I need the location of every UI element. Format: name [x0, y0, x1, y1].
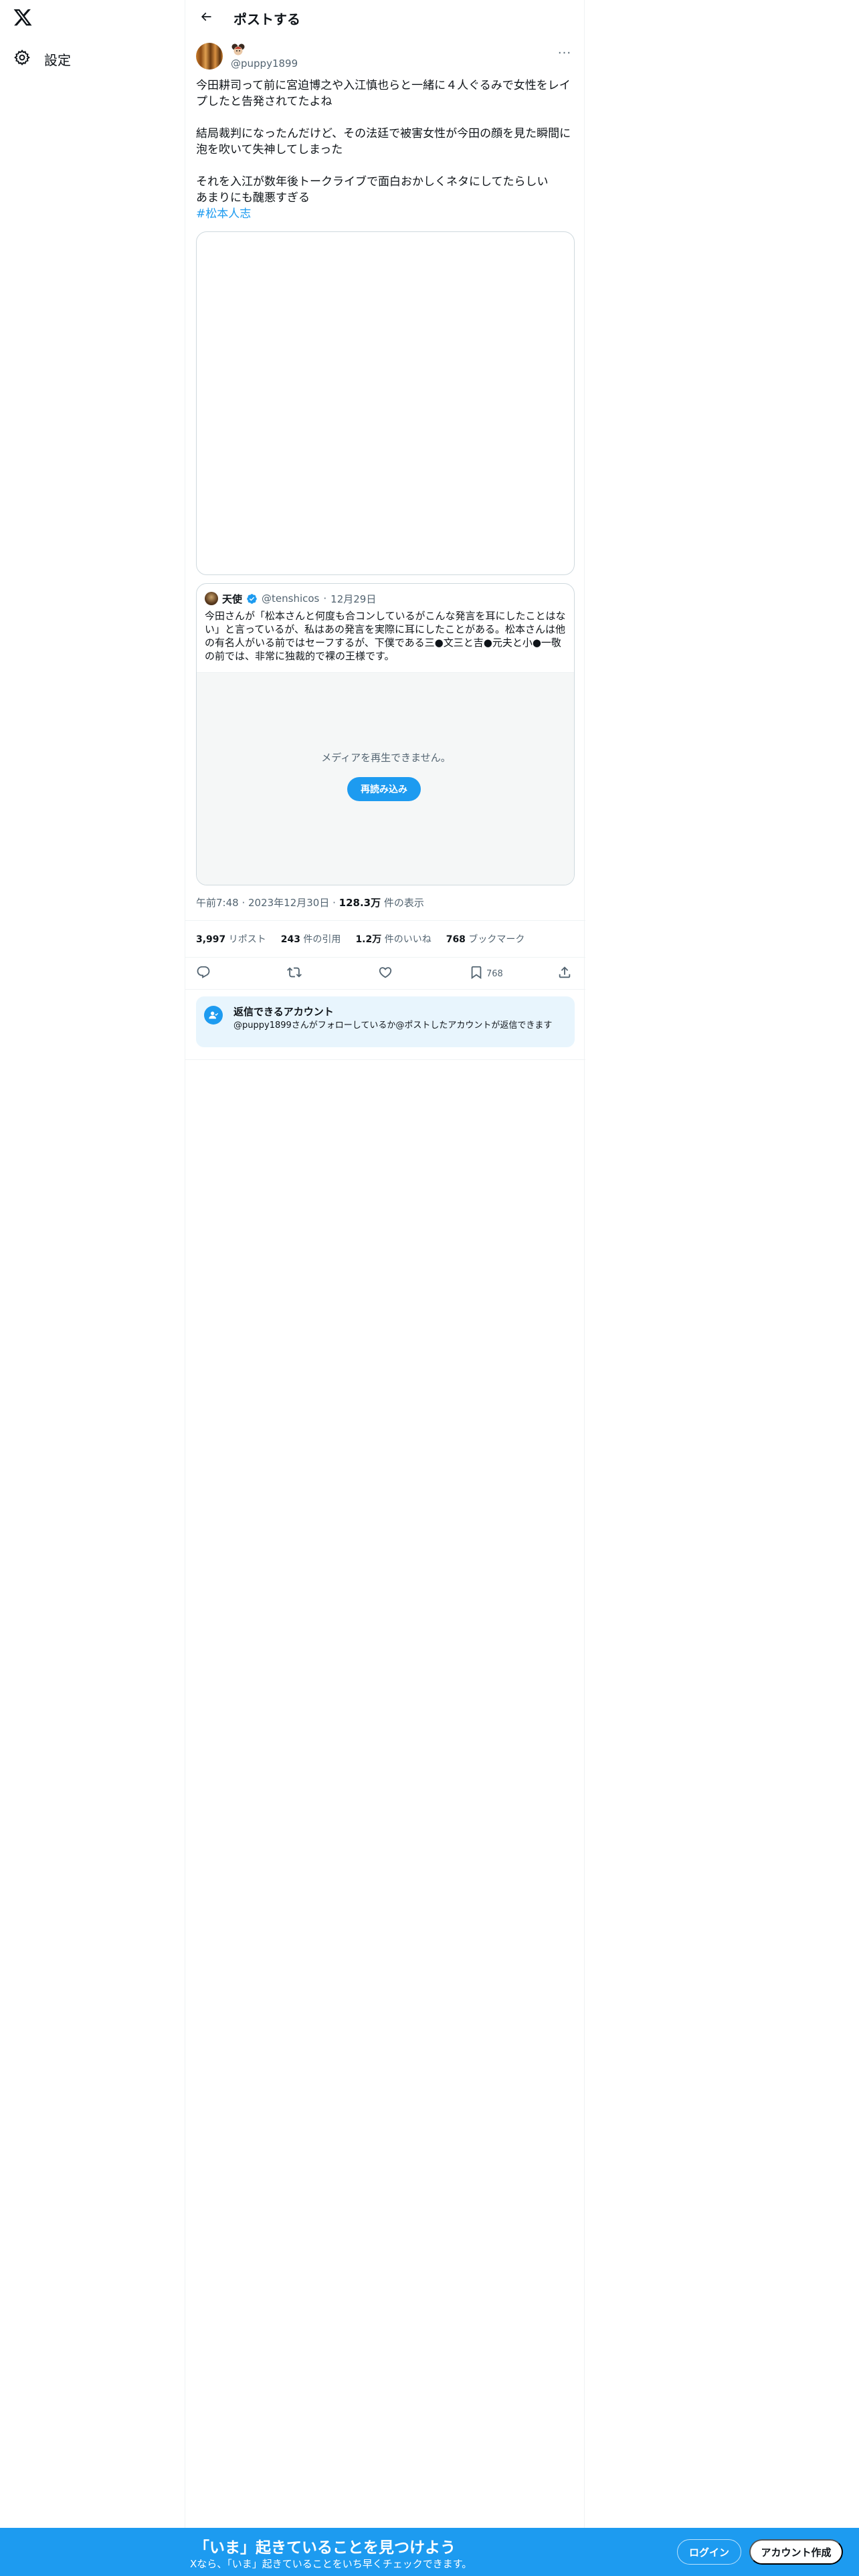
engagement-stats: 3,997 リポスト 243 件の引用 1.2万 件のいいね 768 ブックマー…: [185, 920, 585, 958]
quoted-post-date: 12月29日: [330, 593, 377, 605]
signup-banner: 「いま」起きていることを見つけよう Xなら、「いま」起きていることをいち早くチェ…: [0, 2528, 859, 2576]
post-text-line: プしたと告発されてたよね: [196, 95, 332, 108]
quoted-author-name: 天使: [222, 593, 243, 605]
main-column: ポストする @puppy1899 ··· 今田耕司って前に宮迫博之や入江慎也らと…: [185, 0, 585, 2528]
login-button[interactable]: ログイン: [677, 2539, 741, 2565]
repost-icon: [287, 965, 302, 982]
post-text-line: それを入江が数年後トークライブで面白おかしくネタにしてたらしい: [196, 175, 549, 189]
post-text: 今田耕司って前に宮迫博之や入江慎也らと一緒に４人ぐるみで女性をレイ プしたと告発…: [196, 78, 575, 222]
quoted-post[interactable]: 天使 @tenshicos · 12月29日 今田さんが「松本さんと何度も合コン…: [196, 583, 575, 885]
media-card[interactable]: [196, 231, 575, 575]
separator-dot: ·: [323, 593, 327, 605]
post-author: @puppy1899 ···: [196, 43, 575, 72]
reposts-stat[interactable]: 3,997 リポスト: [196, 932, 266, 946]
banner-subtitle: Xなら、「いま」起きていることをいち早くチェックできます。: [190, 2558, 472, 2570]
post-metadata: 午前7:48 · 2023年12月30日 · 128.3万 件の表示: [196, 895, 424, 909]
hashtag-link[interactable]: #松本人志: [196, 207, 251, 221]
user-check-icon: [204, 1006, 223, 1025]
reply-button[interactable]: [196, 964, 211, 983]
heart-icon: [378, 965, 393, 982]
quoted-author-handle: @tenshicos: [262, 593, 320, 605]
quotes-label: 件の引用: [300, 934, 341, 945]
media-unavailable-box: メディアを再生できません。 再読み込み: [197, 672, 574, 885]
page-header: ポストする: [185, 0, 585, 35]
post-text-line: 結局裁判になったんだけど、その法廷で被害女性が今田の顔を見た瞬間に: [196, 127, 571, 140]
likes-label: 件のいいね: [381, 934, 432, 945]
repost-button[interactable]: [287, 964, 302, 983]
view-count: 128.3万: [339, 897, 381, 909]
sidebar-item-label: 設定: [44, 51, 71, 68]
like-button[interactable]: [378, 964, 393, 983]
x-logo-icon[interactable]: [9, 4, 36, 31]
post-timestamp[interactable]: 午前7:48 · 2023年12月30日 ·: [196, 897, 339, 909]
view-count-label: 件の表示: [381, 897, 424, 909]
bookmarks-stat[interactable]: 768 ブックマーク: [446, 932, 525, 946]
signup-button[interactable]: アカウント作成: [749, 2539, 843, 2565]
bookmark-button[interactable]: 768: [469, 964, 503, 983]
verified-badge-icon: [246, 593, 258, 605]
action-bar: 768: [185, 958, 585, 990]
likes-count: 1.2万: [355, 934, 382, 945]
arrow-left-icon: [199, 10, 213, 26]
banner-title: 「いま」起きていることを見つけよう: [194, 2539, 456, 2557]
reposts-label: リポスト: [225, 934, 266, 945]
sidebar-item-settings[interactable]: 設定: [9, 44, 79, 74]
reply-restriction-notice: 返信できるアカウント @puppy1899さんがフォローしているか@ポストしたア…: [196, 996, 575, 1047]
back-button[interactable]: [195, 7, 217, 29]
reply-notice-title: 返信できるアカウント: [233, 1006, 334, 1018]
share-button[interactable]: [557, 964, 572, 983]
quoted-post-text: 今田さんが「松本さんと何度も合コンしているがこんな発言を耳にしたことはない」と言…: [205, 610, 566, 662]
bookmarks-label: ブックマーク: [465, 934, 525, 945]
likes-stat[interactable]: 1.2万 件のいいね: [355, 932, 431, 946]
post-text-line: [196, 158, 575, 174]
post-text-line: [196, 110, 575, 126]
post-text-line: あまりにも醜悪すぎる: [196, 191, 310, 205]
page-title: ポストする: [233, 11, 300, 27]
author-handle[interactable]: @puppy1899: [231, 58, 298, 70]
post-text-line: 泡を吹いて失神してしまった: [196, 143, 343, 156]
bookmarks-count: 768: [446, 934, 466, 945]
reposts-count: 3,997: [196, 934, 226, 945]
display-name-emoji-icon[interactable]: [231, 43, 246, 56]
share-icon: [557, 965, 572, 982]
gear-icon: [13, 49, 31, 69]
reload-button[interactable]: 再読み込み: [347, 777, 421, 801]
post-text-line: 今田耕司って前に宮迫博之や入江慎也らと一緒に４人ぐるみで女性をレイ: [196, 79, 571, 92]
quotes-stat[interactable]: 243 件の引用: [281, 932, 341, 946]
left-sidebar: 設定: [0, 0, 185, 2576]
avatar[interactable]: [196, 43, 223, 70]
reply-notice-description: @puppy1899さんがフォローしているか@ポストしたアカウントが返信できます: [233, 1021, 553, 1031]
more-options-button[interactable]: ···: [555, 43, 575, 63]
reply-icon: [196, 965, 211, 982]
avatar: [205, 592, 218, 605]
bookmark-count: 768: [486, 968, 503, 979]
bookmark-icon: [469, 965, 484, 982]
media-error-message: メディアを再生できません。: [321, 752, 451, 764]
divider: [185, 1059, 585, 1060]
quoted-post-header: 天使 @tenshicos · 12月29日: [205, 592, 376, 605]
quotes-count: 243: [280, 934, 300, 945]
